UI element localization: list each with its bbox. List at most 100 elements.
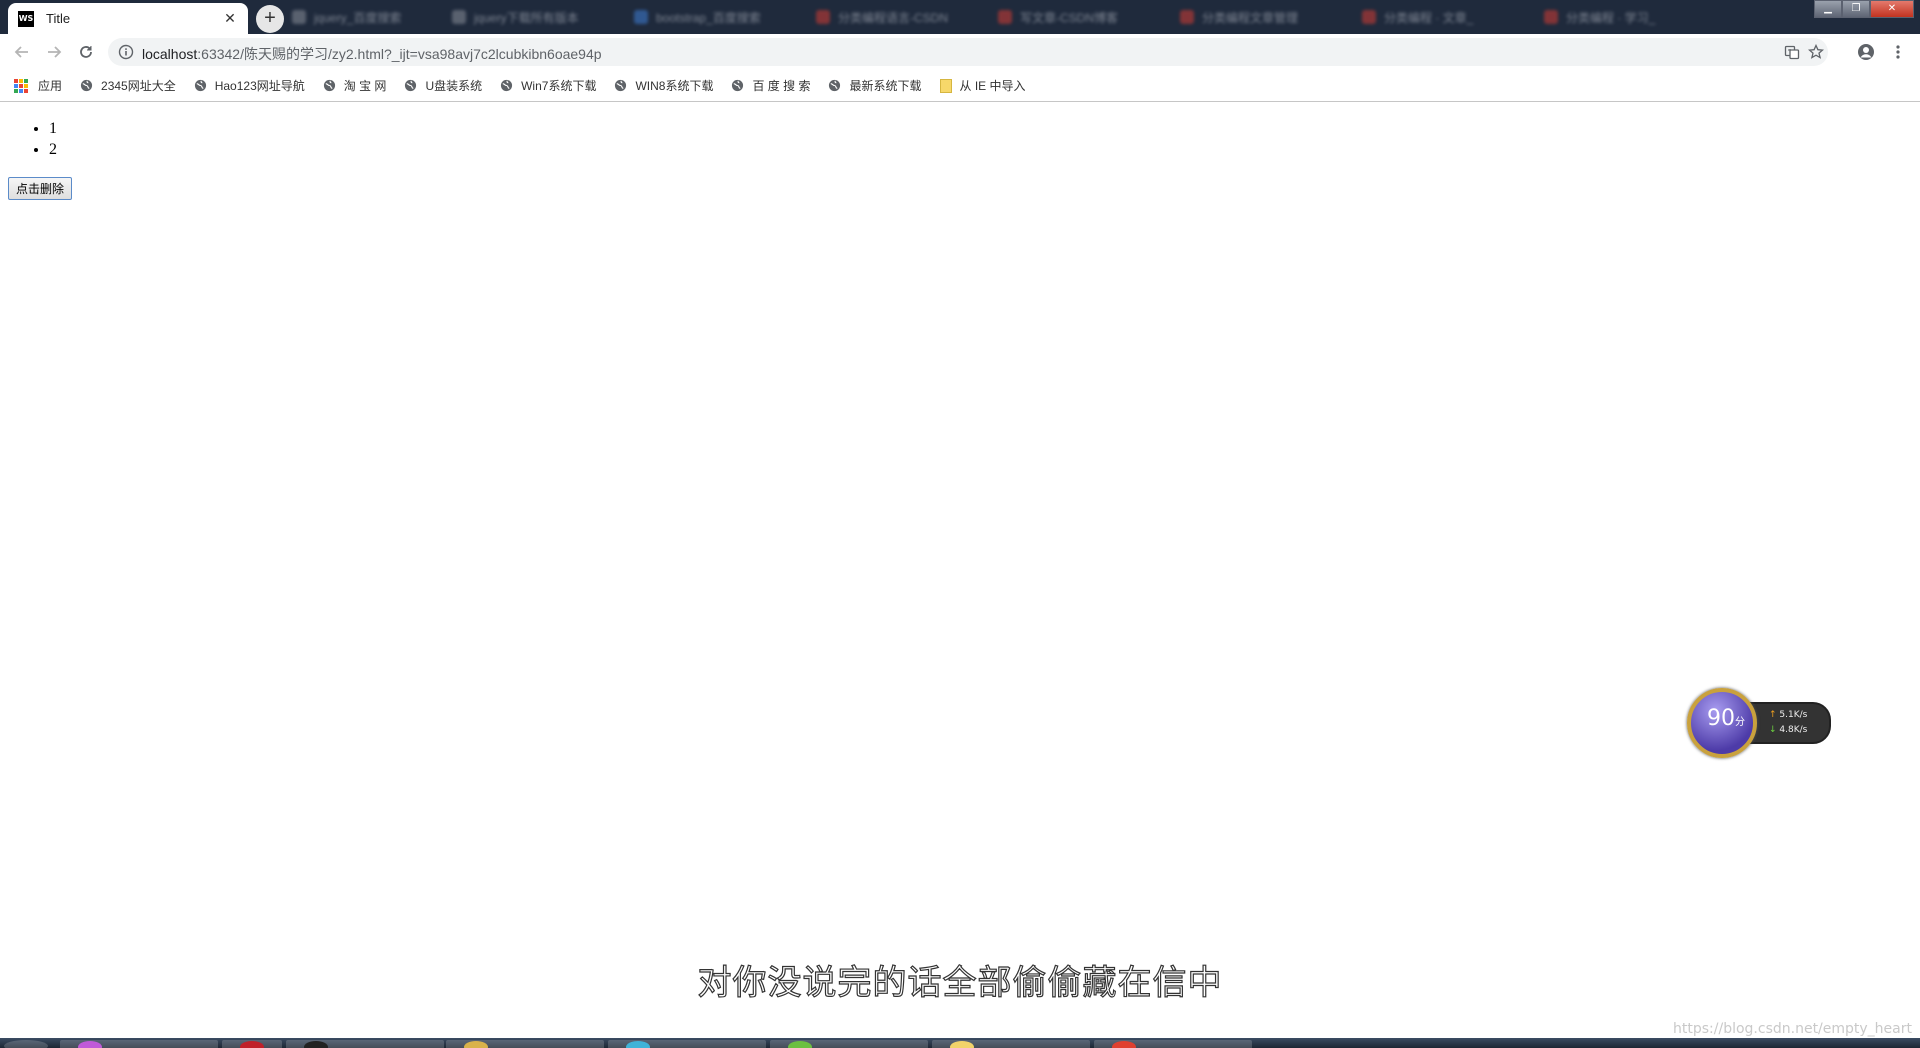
background-tab-label: jquery_百度搜索 [314,10,402,25]
upload-speed-line: ↑ 5.1K/s [1769,710,1807,720]
bookmark-label: 应用 [38,79,63,93]
bookmark-star-icon[interactable] [1808,44,1824,60]
bookmark-item[interactable]: 百 度 搜 索 [731,77,810,94]
globe-icon [323,79,335,92]
browser-tab-strip: WS Title ✕ + jquery_百度搜索 jquery下载所有版本 bo… [0,0,1920,34]
translate-icon[interactable] [1784,44,1800,60]
taskbar-app[interactable] [286,1040,444,1048]
url-host: localhost [142,46,198,62]
menu-button[interactable] [1884,38,1912,66]
bookmark-label: 淘 宝 网 [343,79,387,93]
tab-favicon-icon [292,10,306,24]
bookmark-label: 2345网址大全 [101,79,176,93]
video-subtitle: 对你没说完的话全部偷偷藏在信中 [697,962,1223,1003]
background-tab[interactable]: 分类编程 · 学习_ [1544,7,1655,27]
tab-favicon-icon [634,10,648,24]
tab-favicon-icon [1362,10,1376,24]
taskbar-app[interactable] [60,1040,218,1048]
background-tab-label: 分类编程文章管理 [1202,10,1299,25]
bookmark-item[interactable]: U盘装系统 [404,77,482,94]
bookmark-item[interactable]: WIN8系统下载 [614,77,713,94]
taskbar-app[interactable] [770,1040,928,1048]
tab-favicon-icon [1544,10,1558,24]
url-text[interactable]: localhost:63342/陈天赐的学习/zy2.html?_ijt=vsa… [142,44,602,64]
globe-icon [615,79,627,92]
bookmark-item[interactable]: Win7系统下载 [500,77,596,94]
bookmark-label: Hao123网址导航 [214,79,305,93]
item-list: 1 2 [30,118,57,160]
bookmark-item[interactable]: 最新系统下载 [828,77,922,94]
list-item: 2 [49,139,57,160]
bookmark-label: U盘装系统 [425,79,483,93]
bookmark-item[interactable]: 淘 宝 网 [323,77,387,94]
taskbar-app[interactable] [1094,1040,1252,1048]
address-bar[interactable]: localhost:63342/陈天赐的学习/zy2.html?_ijt=vsa… [108,38,1828,66]
speed-score-unit: 分 [1735,717,1745,728]
background-tab[interactable]: 分类编程语言-CSDN [816,7,948,27]
watermark-text: https://blog.csdn.net/empty_heart [1673,1021,1912,1037]
background-tab-label: bootstrap_百度搜索 [656,10,761,25]
list-item: 1 [49,118,57,139]
taskbar-app[interactable] [446,1040,604,1048]
background-tab[interactable]: jquery下载所有版本 [452,7,579,27]
tab-close-icon[interactable]: ✕ [222,10,238,27]
close-window-button[interactable]: ✕ [1870,0,1914,18]
apps-grid-icon [14,78,28,93]
background-tab-label: jquery下载所有版本 [474,10,579,25]
download-speed: 4.8K/s [1779,725,1808,735]
network-speed-widget[interactable]: ↑ 5.1K/s ↓ 4.8K/s 90分 [1687,688,1832,758]
tab-favicon-icon [816,10,830,24]
reload-button[interactable] [72,38,100,66]
background-tab[interactable]: bootstrap_百度搜索 [634,7,761,27]
webstorm-favicon-icon: WS [18,10,34,27]
speed-score-badge: 90分 [1687,688,1757,758]
tab-active[interactable]: WS Title ✕ [8,3,248,34]
background-tab-label: 写文章-CSDN博客 [1020,10,1118,25]
info-icon[interactable] [118,44,134,60]
tab-favicon-icon [452,10,466,24]
profile-button[interactable] [1852,38,1880,66]
tab-favicon-icon [998,10,1012,24]
bookmark-label: Win7系统下载 [521,79,597,93]
globe-icon [405,79,417,92]
upload-arrow-icon: ↑ [1769,710,1777,720]
background-tab[interactable]: 写文章-CSDN博客 [998,7,1118,27]
start-button[interactable] [4,1040,48,1048]
delete-button[interactable]: 点击删除 [8,177,73,200]
bookmark-apps[interactable]: 应用 [14,77,62,94]
bookmark-item[interactable]: 2345网址大全 [80,77,176,94]
new-tab-button[interactable]: + [256,5,284,33]
tab-title: Title [46,11,71,26]
bookmark-label: 最新系统下载 [849,79,922,93]
speed-score: 90分 [1691,706,1761,731]
maximize-window-button[interactable]: ❐ [1842,0,1870,18]
minimize-window-button[interactable]: ▁ [1814,0,1842,18]
background-tab[interactable]: 分类编程文章管理 [1180,7,1298,27]
taskbar-app[interactable] [608,1040,766,1048]
tab-favicon-icon [1180,10,1194,24]
url-path: :63342/陈天赐的学习/zy2.html?_ijt=vsa98avj7c2l… [197,46,602,62]
globe-icon [501,79,513,92]
background-tab-label: 分类编程语言-CSDN [838,10,948,25]
globe-icon [194,79,206,92]
page-viewport: 1 2 点击删除 [0,103,1920,1038]
taskbar-app[interactable] [932,1040,1090,1048]
taskbar-app[interactable] [222,1040,282,1048]
bookmark-label: WIN8系统下载 [635,79,714,93]
download-speed-line: ↓ 4.8K/s [1769,725,1807,735]
bookmark-folder[interactable]: 从 IE 中导入 [939,77,1026,94]
forward-button[interactable] [40,38,68,66]
background-tab[interactable]: jquery_百度搜索 [292,7,401,27]
background-tab[interactable]: 分类编程 · 文章_ [1362,7,1473,27]
globe-icon [732,79,744,92]
speed-panel: ↑ 5.1K/s ↓ 4.8K/s [1749,702,1831,744]
bookmark-item[interactable]: Hao123网址导航 [194,77,305,94]
bookmarks-bar: 应用 2345网址大全 Hao123网址导航 淘 宝 网 U盘装系统 Win7系… [0,70,1920,102]
download-arrow-icon: ↓ [1769,725,1777,735]
arrow-right-icon [48,46,62,58]
windows-taskbar [0,1038,1920,1048]
back-button[interactable] [8,38,36,66]
bookmark-label: 百 度 搜 索 [752,79,811,93]
arrow-left-icon [14,46,28,58]
globe-icon [80,79,93,92]
